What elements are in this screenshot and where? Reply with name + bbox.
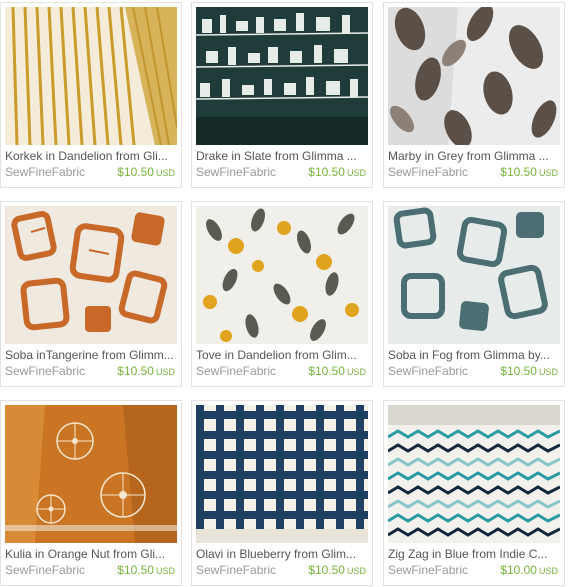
grey-leaf-fabric-image[interactable] (388, 7, 560, 145)
price-value: $10.50 (500, 364, 537, 378)
listing-title[interactable]: Korkek in Dandelion from Gli... (5, 149, 177, 163)
shop-name[interactable]: SewFineFabric (388, 563, 468, 577)
listing-title[interactable]: Olavi in Blueberry from Glim... (196, 547, 368, 561)
currency-code: USD (346, 367, 366, 377)
listing-card[interactable]: Kulia in Orange Nut from Gli... SewFineF… (0, 400, 182, 586)
listing-price: $10.50 USD (500, 165, 558, 179)
listing-price: $10.50 USD (308, 364, 366, 378)
currency-code: USD (346, 168, 366, 178)
price-value: $10.50 (117, 364, 154, 378)
price-value: $10.50 (308, 165, 345, 179)
listing-card[interactable]: Tove in Dandelion from Glim... SewFineFa… (191, 201, 373, 387)
listing-price: $10.50 USD (500, 364, 558, 378)
price-value: $10.50 (117, 165, 154, 179)
listing-price: $10.00 USD (500, 563, 558, 577)
shop-name[interactable]: SewFineFabric (388, 165, 468, 179)
price-value: $10.00 (500, 563, 537, 577)
currency-code: USD (538, 367, 558, 377)
currency-code: USD (538, 168, 558, 178)
price-value: $10.50 (117, 563, 154, 577)
orange-square-fabric-image[interactable] (5, 206, 177, 344)
listing-card[interactable]: Drake in Slate from Glimma ... SewFineFa… (191, 2, 373, 188)
shop-name[interactable]: SewFineFabric (5, 563, 85, 577)
listing-card[interactable]: Soba inTangerine from Glimm... SewFineFa… (0, 201, 182, 387)
shop-name[interactable]: SewFineFabric (5, 364, 85, 378)
listing-price: $10.50 USD (117, 563, 175, 577)
listing-card[interactable]: Olavi in Blueberry from Glim... SewFineF… (191, 400, 373, 586)
slate-dash-fabric-image[interactable] (196, 7, 368, 145)
shop-name[interactable]: SewFineFabric (196, 563, 276, 577)
shop-name[interactable]: SewFineFabric (388, 364, 468, 378)
currency-code: USD (155, 566, 175, 576)
listing-price: $10.50 USD (308, 165, 366, 179)
listing-price: $10.50 USD (117, 165, 175, 179)
currency-code: USD (538, 566, 558, 576)
listing-title[interactable]: Marby in Grey from Glimma ... (388, 149, 560, 163)
fog-square-fabric-image[interactable] (388, 206, 560, 344)
listing-grid: Korkek in Dandelion from Gli... SewFineF… (0, 0, 570, 587)
currency-code: USD (155, 168, 175, 178)
price-value: $10.50 (308, 364, 345, 378)
listing-title[interactable]: Soba inTangerine from Glimm... (5, 348, 177, 362)
orange-burst-fabric-image[interactable] (5, 405, 177, 543)
listing-card[interactable]: Korkek in Dandelion from Gli... SewFineF… (0, 2, 182, 188)
listing-card[interactable]: Marby in Grey from Glimma ... SewFineFab… (383, 2, 565, 188)
listing-card[interactable]: Zig Zag in Blue from Indie C... SewFineF… (383, 400, 565, 586)
listing-card[interactable]: Soba in Fog from Glimma by... SewFineFab… (383, 201, 565, 387)
listing-title[interactable]: Kulia in Orange Nut from Gli... (5, 547, 177, 561)
shop-name[interactable]: SewFineFabric (196, 165, 276, 179)
listing-price: $10.50 USD (117, 364, 175, 378)
price-value: $10.50 (500, 165, 537, 179)
listing-title[interactable]: Soba in Fog from Glimma by... (388, 348, 560, 362)
listing-title[interactable]: Tove in Dandelion from Glim... (196, 348, 368, 362)
blue-zigzag-fabric-image[interactable] (388, 405, 560, 543)
blue-grid-fabric-image[interactable] (196, 405, 368, 543)
currency-code: USD (346, 566, 366, 576)
currency-code: USD (155, 367, 175, 377)
listing-title[interactable]: Drake in Slate from Glimma ... (196, 149, 368, 163)
shop-name[interactable]: SewFineFabric (5, 165, 85, 179)
price-value: $10.50 (308, 563, 345, 577)
shop-name[interactable]: SewFineFabric (196, 364, 276, 378)
listing-title[interactable]: Zig Zag in Blue from Indie C... (388, 547, 560, 561)
dot-leaf-fabric-image[interactable] (196, 206, 368, 344)
listing-price: $10.50 USD (308, 563, 366, 577)
mustard-stripe-fabric-image[interactable] (5, 7, 177, 145)
